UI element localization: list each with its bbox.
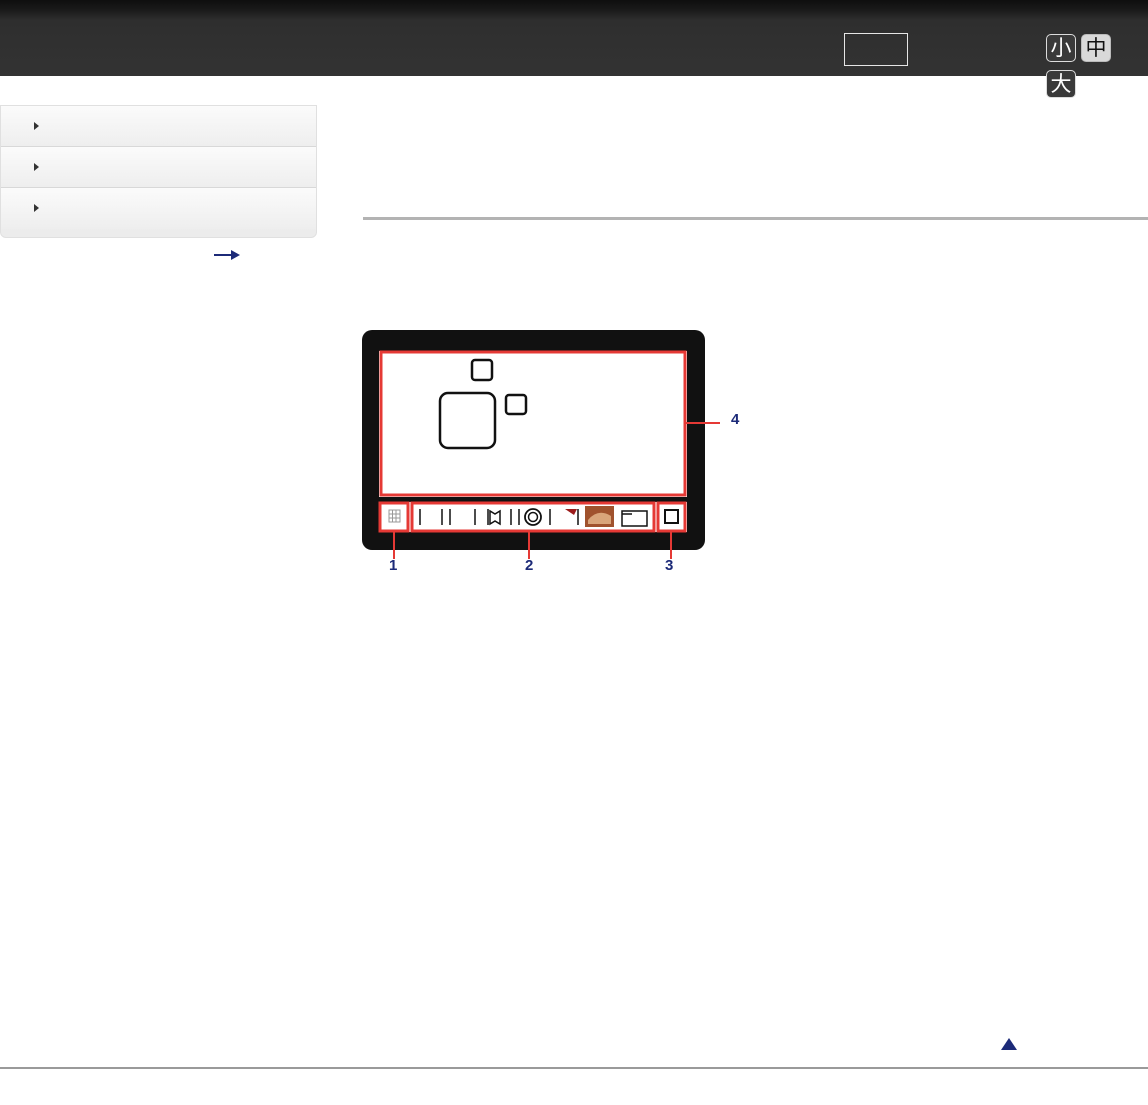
screen-layout-diagram (362, 330, 720, 559)
callout-label-4: 4 (731, 411, 740, 428)
header-bar: 小 中 (0, 0, 1148, 76)
status-strip (379, 502, 687, 532)
callout-label-3: 3 (665, 557, 674, 574)
triangle-right-icon (34, 122, 39, 130)
font-size-small-button[interactable]: 小 (1046, 34, 1076, 62)
screen-area (379, 351, 687, 497)
triangle-right-icon (34, 204, 39, 212)
font-size-medium-button[interactable]: 中 (1081, 34, 1111, 62)
callout-label-2: 2 (525, 557, 534, 574)
arrow-right-icon[interactable] (213, 248, 241, 262)
sidebar-item[interactable] (1, 106, 316, 147)
triangle-right-icon (34, 163, 39, 171)
callout-label-1: 1 (389, 557, 398, 574)
header-search-box[interactable] (844, 33, 908, 66)
font-size-large-button[interactable]: 大 (1046, 70, 1076, 98)
triangle-up-icon[interactable] (1000, 1037, 1018, 1051)
content-divider (363, 217, 1148, 220)
sidebar-item[interactable] (1, 147, 316, 188)
sidebar-nav (0, 105, 317, 238)
footer-divider (0, 1067, 1148, 1069)
sidebar-item[interactable] (1, 188, 316, 229)
